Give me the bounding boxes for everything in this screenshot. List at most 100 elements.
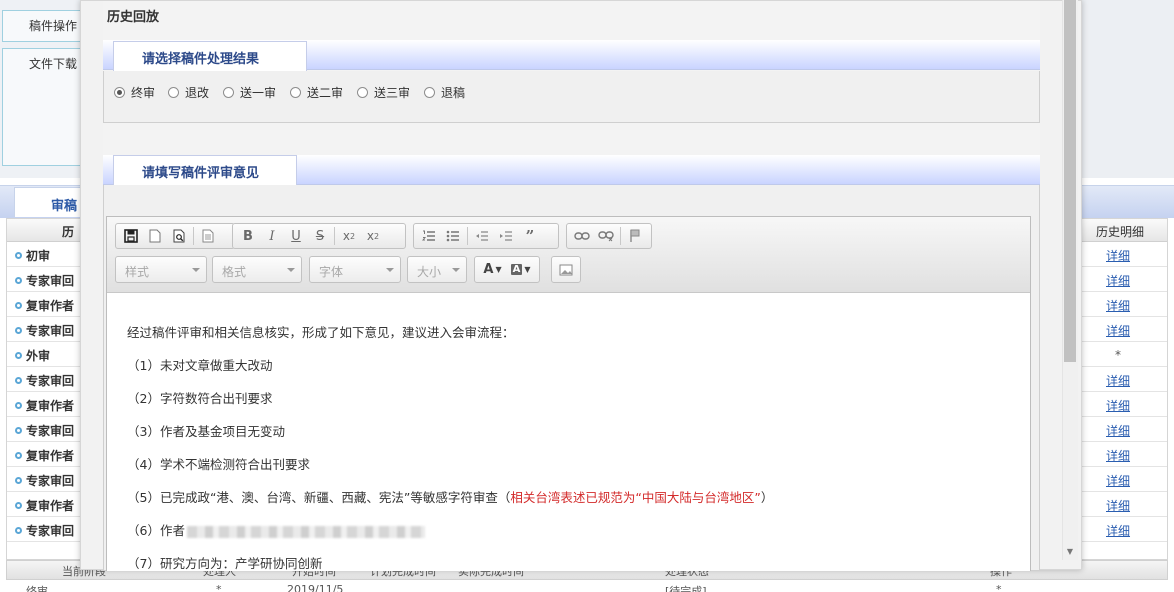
radio-return-revise[interactable]: 退改	[168, 84, 209, 101]
format-select[interactable]: 格式	[212, 256, 302, 283]
font-select-label: 字体	[319, 265, 344, 279]
detail-link[interactable]: 详细	[1106, 522, 1130, 539]
opinion-item: （4）学术不端检测符合出刊要求	[127, 457, 310, 472]
font-size-select[interactable]: 大小	[407, 256, 467, 283]
style-select-label: 样式	[125, 265, 150, 279]
radio-label: 送一审	[240, 86, 277, 100]
radio-unchecked-icon	[424, 87, 435, 98]
cell-handler: *	[216, 583, 222, 592]
detail-link[interactable]: 详细	[1106, 372, 1130, 389]
blockquote-icon[interactable]: ”	[518, 225, 542, 247]
opinion-item-text: （6）作者	[127, 523, 185, 538]
chevron-down-icon	[287, 268, 295, 272]
style-select[interactable]: 样式	[115, 256, 207, 283]
background-color-icon[interactable]: A ▼	[506, 259, 535, 281]
link-icon[interactable]	[570, 225, 594, 247]
detail-link[interactable]: 详细	[1106, 297, 1130, 314]
editor-content[interactable]: 经过稿件评审和相关信息核实，形成了如下意见，建议进入会审流程： （1）未对文章做…	[107, 294, 1030, 571]
italic-icon[interactable]: I	[260, 225, 284, 247]
radio-third-review[interactable]: 送三审	[357, 84, 410, 101]
bullet-icon	[15, 427, 22, 434]
radio-final-review[interactable]: 终审	[114, 84, 155, 101]
detail-link[interactable]: 详细	[1106, 247, 1130, 264]
format-select-label: 格式	[222, 265, 247, 279]
toolbar-group-format: B I U S x2 x2	[232, 223, 406, 249]
color-buttons: A ▼ A ▼	[474, 256, 540, 283]
detail-link[interactable]: 详细	[1106, 422, 1130, 439]
row-stage-name: 外审	[15, 347, 81, 364]
detail-link[interactable]: 详细	[1106, 397, 1130, 414]
detail-link[interactable]: 详细	[1106, 272, 1130, 289]
result-section-title: 请选择稿件处理结果	[113, 41, 307, 71]
editor-toolbar: B I U S x2 x2 ” 样式 格式 字体 大小 A ▼ A ▼	[107, 217, 1030, 293]
new-page-icon[interactable]	[143, 225, 167, 247]
toolbar-separator	[193, 227, 194, 245]
tab-review[interactable]: 审稿	[14, 187, 84, 217]
radio-first-review[interactable]: 送一审	[223, 84, 276, 101]
save-icon[interactable]	[119, 225, 143, 247]
rich-text-editor: B I U S x2 x2 ” 样式 格式 字体 大小 A ▼ A ▼ 经过稿件…	[106, 216, 1031, 571]
bullet-icon	[15, 377, 22, 384]
toolbar-separator	[334, 227, 335, 245]
detail-link[interactable]: 详细	[1106, 497, 1130, 514]
dialog-scrollbar-thumb[interactable]	[1064, 0, 1076, 362]
detail-link[interactable]: 详细	[1106, 447, 1130, 464]
radio-label: 退改	[185, 86, 210, 100]
cell-action: *	[996, 583, 1002, 592]
underline-icon[interactable]: U	[284, 225, 308, 247]
history-replay-dialog: 历史回放 请选择稿件处理结果 终审 退改 送一审 送二审 送三审 退稿 请填写稿…	[80, 0, 1082, 571]
row-stage-label: 复审作者	[26, 499, 75, 513]
templates-icon[interactable]	[196, 225, 220, 247]
row-stage-name: 专家审回	[15, 422, 81, 439]
row-stage-label: 复审作者	[26, 449, 75, 463]
radio-label: 退稿	[441, 86, 466, 100]
outdent-icon[interactable]	[470, 225, 494, 247]
radio-reject[interactable]: 退稿	[424, 84, 465, 101]
opinion-item: （7）研究方向为：产学研协同创新	[127, 556, 323, 571]
cell-stage: 终审	[26, 585, 48, 592]
toolbar-separator	[467, 227, 468, 245]
row-stage-name: 复审作者	[15, 447, 81, 464]
tab-file-download[interactable]: 文件下载	[2, 48, 88, 166]
radio-unchecked-icon	[290, 87, 301, 98]
radio-unchecked-icon	[357, 87, 368, 98]
radio-label: 送三审	[374, 86, 411, 100]
preview-icon[interactable]	[167, 225, 191, 247]
tab-manuscript-operation[interactable]: 稿件操作	[2, 10, 88, 42]
row-stage-name: 专家审回	[15, 522, 81, 539]
bulleted-list-icon[interactable]	[441, 225, 465, 247]
row-stage-name: 专家审回	[15, 472, 81, 489]
row-stage-name: 复审作者	[15, 297, 81, 314]
opinion-intro: 经过稿件评审和相关信息核实，形成了如下意见，建议进入会审流程：	[127, 325, 515, 340]
strikethrough-icon[interactable]: S	[308, 225, 332, 247]
opinion-section-title: 请填写稿件评审意见	[113, 155, 297, 185]
bold-icon[interactable]: B	[236, 225, 260, 247]
row-stage-name: 复审作者	[15, 497, 81, 514]
bullet-icon	[15, 452, 22, 459]
unlink-icon[interactable]	[594, 225, 618, 247]
anchor-flag-icon[interactable]	[623, 225, 647, 247]
subscript-icon[interactable]: x2	[337, 225, 361, 247]
dialog-title: 历史回放	[107, 10, 160, 25]
row-stage-label: 外审	[26, 349, 51, 363]
scroll-down-arrow-icon[interactable]: ▼	[1064, 545, 1076, 559]
row-stage-name: 专家审回	[15, 372, 81, 389]
radio-unchecked-icon	[168, 87, 179, 98]
text-color-icon[interactable]: A ▼	[479, 259, 506, 281]
indent-icon[interactable]	[494, 225, 518, 247]
numbered-list-icon[interactable]	[417, 225, 441, 247]
font-select[interactable]: 字体	[309, 256, 401, 283]
font-size-select-label: 大小	[417, 265, 442, 279]
row-stage-label: 专家审回	[26, 424, 75, 438]
bullet-icon	[15, 302, 22, 309]
superscript-icon[interactable]: x2	[361, 225, 385, 247]
toolbar-group-paragraph: ”	[413, 223, 559, 249]
bullet-icon	[15, 252, 22, 259]
detail-link[interactable]: 详细	[1106, 322, 1130, 339]
bullet-icon	[15, 477, 22, 484]
opinion-item: （2）字符数符合出刊要求	[127, 391, 273, 406]
insert-image-button[interactable]	[551, 256, 581, 283]
radio-second-review[interactable]: 送二审	[290, 84, 343, 101]
detail-link[interactable]: 详细	[1106, 472, 1130, 489]
toolbar-group-links	[566, 223, 652, 249]
